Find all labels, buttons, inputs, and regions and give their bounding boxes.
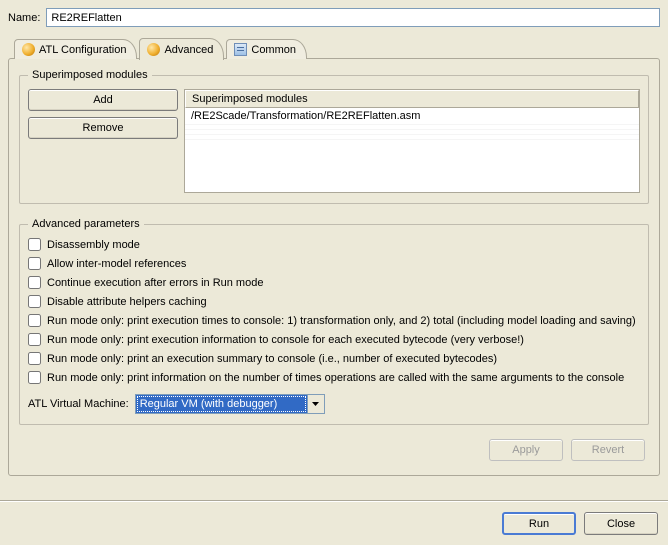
check-label: Allow inter-model references (47, 258, 186, 270)
add-button[interactable]: Add (28, 89, 178, 111)
tab-label: Common (251, 44, 296, 56)
vm-select[interactable]: Regular VM (with debugger) (135, 394, 325, 414)
vm-select-value: Regular VM (with debugger) (136, 395, 307, 413)
tab-label: Advanced (164, 44, 213, 56)
check-label: Disassembly mode (47, 239, 140, 251)
checkbox[interactable] (28, 352, 41, 365)
checkbox[interactable] (28, 238, 41, 251)
atl-icon (21, 43, 35, 57)
apply-button[interactable]: Apply (489, 439, 563, 461)
tab-common[interactable]: Common (226, 39, 307, 59)
checkbox[interactable] (28, 295, 41, 308)
check-option[interactable]: Run mode only: print an execution summar… (28, 352, 640, 365)
group-legend: Advanced parameters (28, 218, 144, 230)
close-button[interactable]: Close (584, 512, 658, 535)
checkbox[interactable] (28, 314, 41, 327)
checkbox[interactable] (28, 371, 41, 384)
group-advanced-parameters: Advanced parameters Disassembly mode Allo… (19, 218, 649, 425)
check-option[interactable]: Run mode only: print execution times to … (28, 314, 640, 327)
field-label-name: Name: (8, 12, 40, 24)
check-label: Run mode only: print an execution summar… (47, 353, 497, 365)
check-option[interactable]: Disassembly mode (28, 238, 640, 251)
table-row[interactable] (185, 135, 639, 140)
group-legend: Superimposed modules (28, 69, 152, 81)
check-label: Run mode only: print execution times to … (47, 315, 636, 327)
vm-label: ATL Virtual Machine: (28, 398, 129, 410)
tab-label: ATL Configuration (39, 44, 126, 56)
tab-bar: ATL Configuration Advanced Common (14, 37, 660, 59)
common-icon (233, 43, 247, 57)
check-option[interactable]: Allow inter-model references (28, 257, 640, 270)
checkbox[interactable] (28, 257, 41, 270)
check-option[interactable]: Run mode only: print execution informati… (28, 333, 640, 346)
tab-content-advanced: Superimposed modules Add Remove Superimp… (8, 58, 660, 476)
table-row[interactable]: /RE2Scade/Transformation/RE2REFlatten.as… (185, 108, 639, 125)
column-header[interactable]: Superimposed modules (185, 90, 639, 108)
revert-button[interactable]: Revert (571, 439, 645, 461)
modules-table[interactable]: Superimposed modules /RE2Scade/Transform… (184, 89, 640, 193)
name-input[interactable] (46, 8, 660, 27)
tab-advanced[interactable]: Advanced (139, 38, 224, 60)
run-button[interactable]: Run (502, 512, 576, 535)
check-label: Disable attribute helpers caching (47, 296, 207, 308)
check-label: Run mode only: print execution informati… (47, 334, 524, 346)
atl-icon (146, 43, 160, 57)
checkbox[interactable] (28, 333, 41, 346)
check-option[interactable]: Disable attribute helpers caching (28, 295, 640, 308)
group-superimposed-modules: Superimposed modules Add Remove Superimp… (19, 69, 649, 204)
check-option[interactable]: Run mode only: print information on the … (28, 371, 640, 384)
check-label: Continue execution after errors in Run m… (47, 277, 263, 289)
check-label: Run mode only: print information on the … (47, 372, 624, 384)
tab-atl-configuration[interactable]: ATL Configuration (14, 39, 137, 59)
remove-button[interactable]: Remove (28, 117, 178, 139)
checkbox[interactable] (28, 276, 41, 289)
check-option[interactable]: Continue execution after errors in Run m… (28, 276, 640, 289)
dialog-button-bar: Run Close (0, 501, 668, 545)
chevron-down-icon[interactable] (307, 395, 324, 413)
